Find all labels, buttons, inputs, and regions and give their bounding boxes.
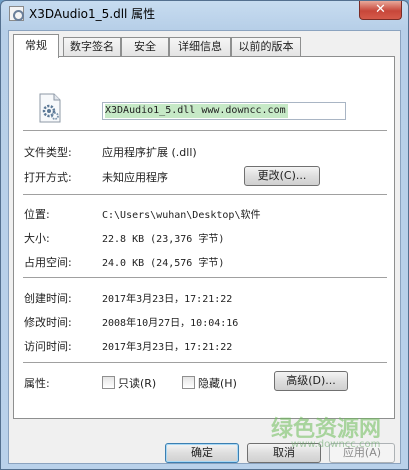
- location-value: C:\Users\wuhan\Desktop\软件: [102, 210, 261, 221]
- separator: [23, 362, 387, 364]
- hidden-checkbox[interactable]: [182, 376, 195, 389]
- dll-file-icon: [9, 6, 24, 21]
- general-tab-panel: X3DAudio1_5.dll www.downcc.com 文件类型: 应用程…: [13, 56, 395, 419]
- readonly-checkbox[interactable]: [102, 376, 115, 389]
- tab-general[interactable]: 常规: [13, 34, 59, 58]
- watermark-url: www.downcc.com: [291, 439, 381, 450]
- change-button[interactable]: 更改(C)...: [244, 166, 320, 186]
- modified-label: 修改时间:: [24, 316, 72, 329]
- separator: [23, 194, 387, 196]
- separator: [23, 130, 387, 132]
- size-on-disk-value: 24.0 KB (24,576 字节): [102, 258, 225, 269]
- title-bar[interactable]: X3DAudio1_5.dll 属性 ✕: [1, 1, 408, 27]
- created-label: 创建时间:: [24, 292, 72, 305]
- opens-with-label: 打开方式:: [24, 171, 72, 184]
- hidden-label[interactable]: 隐藏(H): [198, 375, 237, 391]
- properties-window: X3DAudio1_5.dll 属性 ✕ 常规 数字签名 安全 详细信息 以前的…: [0, 0, 409, 470]
- size-label: 大小:: [24, 232, 50, 245]
- file-name-value: X3DAudio1_5.dll www.downcc.com: [105, 104, 288, 118]
- dialog-client: 常规 数字签名 安全 详细信息 以前的版本 X3DAudio1_5.dll ww…: [8, 30, 401, 464]
- location-label: 位置:: [24, 208, 50, 221]
- file-type-label: 文件类型:: [24, 146, 72, 159]
- window-title: X3DAudio1_5.dll 属性: [29, 7, 156, 21]
- size-on-disk-label: 占用空间:: [24, 256, 72, 269]
- created-value: 2017年3月23日，17:21:22: [102, 294, 233, 305]
- modified-value: 2008年10月27日，10:04:16: [102, 318, 239, 329]
- attributes-label: 属性:: [24, 377, 50, 390]
- accessed-label: 访问时间:: [24, 340, 72, 353]
- tab-previous-versions[interactable]: 以前的版本: [231, 37, 301, 56]
- ok-button[interactable]: 确定: [165, 443, 239, 463]
- tab-security[interactable]: 安全: [121, 37, 169, 56]
- dll-gear-file-icon: [39, 93, 61, 123]
- tab-details[interactable]: 详细信息: [169, 37, 231, 56]
- advanced-button[interactable]: 高级(D)...: [274, 371, 348, 391]
- size-value: 22.8 KB (23,376 字节): [102, 234, 225, 245]
- separator: [23, 277, 387, 279]
- accessed-value: 2017年3月23日，17:21:22: [102, 342, 233, 353]
- tab-digital-signatures[interactable]: 数字签名: [63, 37, 121, 56]
- opens-with-value: 未知应用程序: [102, 171, 168, 184]
- file-type-value: 应用程序扩展 (.dll): [102, 146, 197, 159]
- readonly-label[interactable]: 只读(R): [118, 375, 156, 391]
- file-name-input[interactable]: X3DAudio1_5.dll www.downcc.com: [102, 102, 346, 120]
- close-button[interactable]: ✕: [359, 1, 402, 20]
